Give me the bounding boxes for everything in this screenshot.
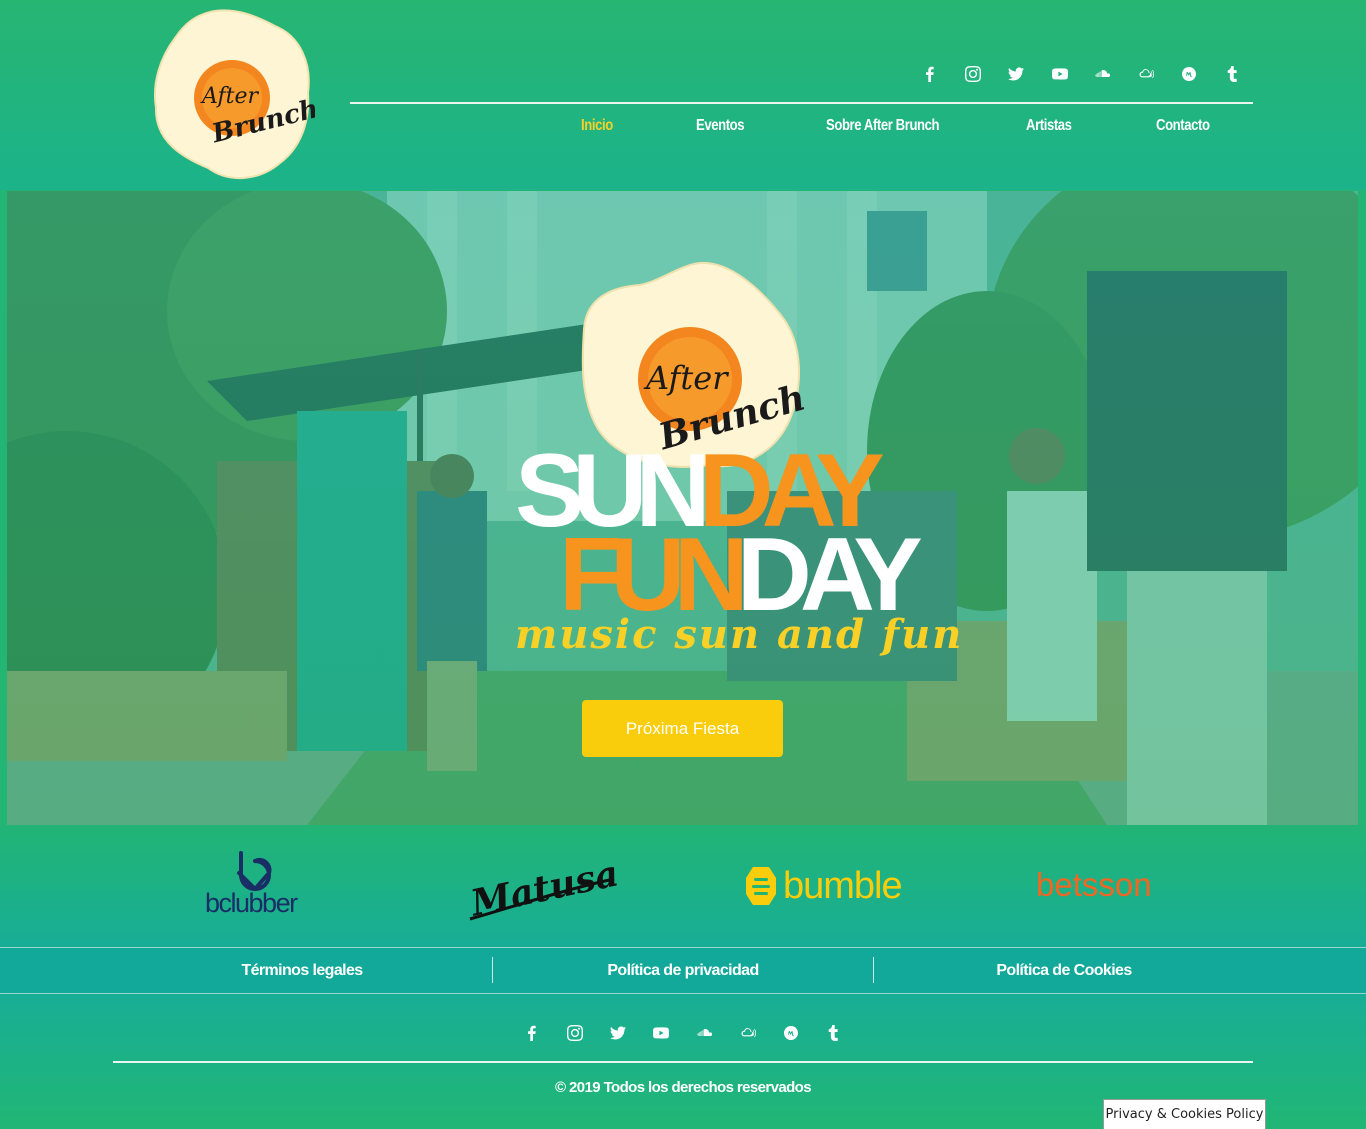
cookies-policy-link[interactable]: Política de Cookies (874, 948, 1254, 993)
tumblr-icon[interactable] (1211, 60, 1254, 88)
sponsor-betsson[interactable]: betsson (1036, 865, 1186, 905)
svg-text:After: After (200, 84, 260, 109)
nav-item-artistas[interactable]: Artistas (1026, 112, 1072, 140)
privacy-cookies-policy-button[interactable]: Privacy & Cookies Policy (1103, 1099, 1266, 1129)
nav-item-eventos[interactable]: Eventos (696, 112, 745, 140)
mixcloud-icon[interactable] (726, 1019, 769, 1047)
youtube-icon[interactable] (640, 1019, 683, 1047)
sponsor-bumble[interactable]: bumble (745, 865, 907, 907)
facebook-icon[interactable] (510, 1019, 553, 1047)
instagram-icon[interactable] (553, 1019, 596, 1047)
header-divider (350, 102, 1253, 104)
fried-egg-logo-icon: After Brunch (154, 9, 321, 180)
tumblr-icon[interactable] (813, 1019, 856, 1047)
footer-social-links (510, 1019, 856, 1047)
mixcloud-icon[interactable] (1124, 60, 1167, 88)
copyright-text: © 2019 Todos los derechos reservados (555, 1079, 812, 1096)
bumble-wordmark: bumble (783, 865, 903, 907)
hero-title-funday: FUNDAY (559, 523, 923, 627)
hero-tagline: music sun and fun (515, 611, 964, 658)
meetup-icon[interactable] (770, 1019, 813, 1047)
nav-item-inicio[interactable]: Inicio (581, 112, 613, 140)
footer-divider (113, 1061, 1253, 1063)
sponsor-matusalem[interactable]: Matusalem (465, 837, 695, 925)
twitter-icon[interactable] (995, 60, 1038, 88)
bclubber-wordmark: bclubber (205, 888, 298, 918)
facebook-icon[interactable] (908, 60, 951, 88)
main-nav: Inicio Eventos Sobre After Brunch Artist… (540, 112, 1252, 140)
next-party-button[interactable]: Próxima Fiesta (582, 700, 783, 757)
instagram-icon[interactable] (951, 60, 994, 88)
bclubber-heart-icon (237, 851, 272, 891)
youtube-icon[interactable] (1038, 60, 1081, 88)
betsson-wordmark: betsson (1036, 866, 1152, 903)
svg-text:After: After (643, 359, 729, 397)
meetup-icon[interactable] (1168, 60, 1211, 88)
nav-item-sobre-after-brunch[interactable]: Sobre After Brunch (826, 112, 940, 140)
sponsors-bar: bclubber Matusalem bumble betsson (0, 825, 1366, 947)
soundcloud-icon[interactable] (683, 1019, 726, 1047)
privacy-policy-link[interactable]: Política de privacidad (493, 948, 873, 993)
terms-link[interactable]: Términos legales (112, 948, 492, 993)
legal-links-bar: Términos legales Política de privacidad … (0, 947, 1366, 994)
twitter-icon[interactable] (597, 1019, 640, 1047)
svg-text:Matusalem: Matusalem (466, 849, 618, 923)
bumble-hexagon-icon (746, 867, 776, 905)
nav-item-contacto[interactable]: Contacto (1156, 112, 1210, 140)
site-header: After Brunch Inicio Eventos Sobre After … (0, 0, 1366, 190)
sponsor-bclubber[interactable]: bclubber (205, 849, 307, 917)
matusalem-logo-icon: Matusalem (465, 837, 695, 925)
hero-section: After Brunch SUNDAY FUNDAY music sun and… (7, 191, 1358, 825)
soundcloud-icon[interactable] (1081, 60, 1124, 88)
site-logo[interactable]: After Brunch (150, 8, 321, 183)
header-social-links (908, 60, 1258, 88)
